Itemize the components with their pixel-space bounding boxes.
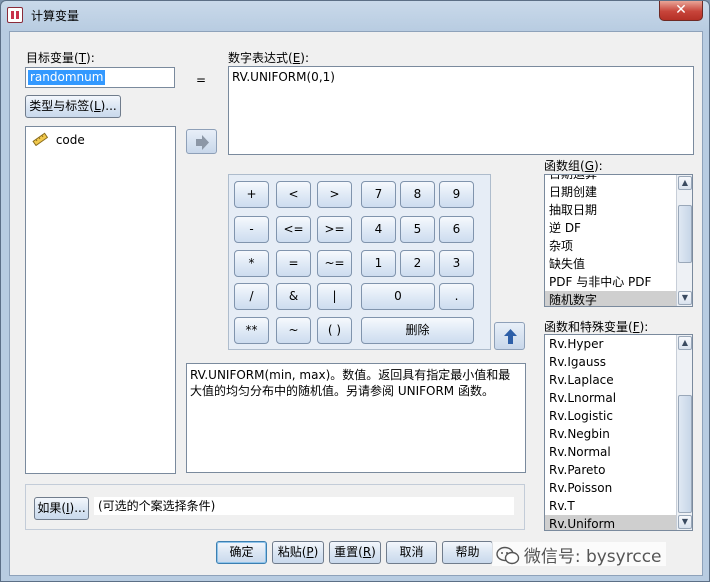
key-0[interactable]: 0 bbox=[361, 283, 435, 310]
scroll-up-icon[interactable]: ▲ bbox=[678, 176, 692, 190]
function-group-list[interactable]: 日期运算 日期创建 抽取日期 逆 DF 杂项 缺失值 PDF 与非中心 PDF … bbox=[544, 174, 693, 307]
target-variable-input[interactable]: randomnum bbox=[25, 67, 175, 88]
function-item[interactable]: Rv.Logistic bbox=[545, 407, 676, 425]
function-group-item[interactable]: 杂项 bbox=[545, 237, 676, 255]
key-less-equal[interactable]: <= bbox=[276, 216, 311, 243]
key-4[interactable]: 4 bbox=[361, 216, 396, 243]
window-title: 计算变量 bbox=[31, 9, 80, 23]
scroll-down-icon[interactable]: ▼ bbox=[678, 515, 692, 529]
description-text: RV.UNIFORM(min, max)。数值。返回具有指定最小值和最大值的均匀… bbox=[190, 368, 511, 398]
move-variable-button[interactable] bbox=[186, 129, 217, 154]
key-not[interactable]: ~ bbox=[276, 317, 311, 344]
key-2[interactable]: 2 bbox=[400, 250, 435, 277]
function-item[interactable]: Rv.Laplace bbox=[545, 371, 676, 389]
target-variable-value: randomnum bbox=[28, 70, 106, 85]
key-5[interactable]: 5 bbox=[400, 216, 435, 243]
key-3[interactable]: 3 bbox=[439, 250, 474, 277]
function-item[interactable]: Rv.Pareto bbox=[545, 461, 676, 479]
ok-button[interactable]: 确定 bbox=[216, 541, 267, 564]
function-group-item[interactable]: PDF 与非中心 PDF bbox=[545, 273, 676, 291]
function-group-item[interactable]: 抽取日期 bbox=[545, 201, 676, 219]
scroll-thumb[interactable] bbox=[678, 205, 692, 263]
key-or[interactable]: | bbox=[317, 283, 352, 310]
function-item[interactable]: Rv.T bbox=[545, 497, 676, 515]
function-group-item[interactable]: 日期创建 bbox=[545, 183, 676, 201]
help-button[interactable]: 帮助 bbox=[442, 541, 493, 564]
wechat-watermark: 微信号: bysyrcce bbox=[492, 542, 666, 567]
key-equals[interactable]: = bbox=[276, 250, 311, 277]
compute-variable-dialog: 计算变量 ✕ 目标变量(T): randomnum = 类型与标签(L)... … bbox=[0, 0, 710, 582]
spss-app-icon bbox=[7, 7, 23, 23]
function-item[interactable]: Rv.Negbin bbox=[545, 425, 676, 443]
variable-item-code[interactable]: code bbox=[32, 131, 85, 149]
key-plus[interactable]: + bbox=[234, 181, 269, 208]
target-variable-label: 目标变量(T): bbox=[26, 51, 95, 65]
function-item[interactable]: Rv.Hyper bbox=[545, 335, 676, 353]
scroll-thumb[interactable] bbox=[678, 395, 692, 513]
ruler-icon bbox=[32, 132, 49, 147]
key-6[interactable]: 6 bbox=[439, 216, 474, 243]
function-group-label: 函数组(G): bbox=[544, 159, 603, 173]
function-group-item[interactable]: 日期运算 bbox=[545, 175, 676, 183]
functions-label: 函数和特殊变量(F): bbox=[544, 320, 649, 334]
numeric-expression-label: 数字表达式(E): bbox=[228, 51, 310, 65]
expression-text: RV.UNIFORM(0,1) bbox=[232, 70, 335, 84]
function-group-scrollbar[interactable]: ▲ ▼ bbox=[676, 175, 692, 306]
dialog-body: 目标变量(T): randomnum = 类型与标签(L)... code 数字… bbox=[9, 31, 703, 576]
type-and-label-button[interactable]: 类型与标签(L)... bbox=[25, 95, 121, 118]
if-button[interactable]: 如果(I)... bbox=[34, 497, 89, 520]
key-and[interactable]: & bbox=[276, 283, 311, 310]
key-8[interactable]: 8 bbox=[400, 181, 435, 208]
wechat-icon bbox=[496, 546, 520, 565]
paste-button[interactable]: 粘贴(P) bbox=[272, 541, 324, 564]
if-condition-panel: 如果(I)... (可选的个案选择条件) bbox=[25, 484, 525, 530]
variable-name: code bbox=[55, 133, 85, 147]
functions-scrollbar[interactable]: ▲ ▼ bbox=[676, 335, 692, 530]
key-power[interactable]: ** bbox=[234, 317, 269, 344]
key-not-equal[interactable]: ~= bbox=[317, 250, 352, 277]
reset-button[interactable]: 重置(R) bbox=[329, 541, 381, 564]
numeric-expression-input[interactable]: RV.UNIFORM(0,1) bbox=[228, 66, 694, 155]
key-9[interactable]: 9 bbox=[439, 181, 474, 208]
source-variable-list[interactable]: code bbox=[25, 126, 176, 474]
key-delete[interactable]: 删除 bbox=[361, 317, 474, 344]
key-greater-equal[interactable]: >= bbox=[317, 216, 352, 243]
key-multiply[interactable]: * bbox=[234, 250, 269, 277]
key-1[interactable]: 1 bbox=[361, 250, 396, 277]
key-parentheses[interactable]: ( ) bbox=[317, 317, 352, 344]
up-arrow-icon bbox=[504, 329, 517, 344]
function-item[interactable]: Rv.Poisson bbox=[545, 479, 676, 497]
function-item-selected[interactable]: Rv.Uniform bbox=[545, 515, 676, 530]
if-condition-text: (可选的个案选择条件) bbox=[94, 497, 514, 515]
functions-list[interactable]: Rv.Hyper Rv.Igauss Rv.Laplace Rv.Lnormal… bbox=[544, 334, 693, 531]
function-group-item[interactable]: 逆 DF bbox=[545, 219, 676, 237]
function-item[interactable]: Rv.Lnormal bbox=[545, 389, 676, 407]
function-description: RV.UNIFORM(min, max)。数值。返回具有指定最小值和最大值的均匀… bbox=[186, 363, 526, 473]
title-bar: 计算变量 ✕ bbox=[1, 1, 709, 29]
close-button[interactable]: ✕ bbox=[659, 1, 703, 21]
watermark-text: 微信号: bysyrcce bbox=[523, 547, 662, 567]
cancel-button[interactable]: 取消 bbox=[386, 541, 437, 564]
key-divide[interactable]: / bbox=[234, 283, 269, 310]
key-decimal[interactable]: . bbox=[439, 283, 474, 310]
key-7[interactable]: 7 bbox=[361, 181, 396, 208]
insert-function-button[interactable] bbox=[494, 322, 525, 350]
right-arrow-icon bbox=[196, 135, 209, 150]
function-group-item[interactable]: 缺失值 bbox=[545, 255, 676, 273]
function-item[interactable]: Rv.Normal bbox=[545, 443, 676, 461]
function-group-item-selected[interactable]: 随机数字 bbox=[545, 291, 676, 306]
scroll-down-icon[interactable]: ▼ bbox=[678, 291, 692, 305]
key-less-than[interactable]: < bbox=[276, 181, 311, 208]
equals-sign: = bbox=[196, 73, 207, 87]
scroll-up-icon[interactable]: ▲ bbox=[678, 336, 692, 350]
key-greater-than[interactable]: > bbox=[317, 181, 352, 208]
function-item[interactable]: Rv.Igauss bbox=[545, 353, 676, 371]
key-minus[interactable]: - bbox=[234, 216, 269, 243]
